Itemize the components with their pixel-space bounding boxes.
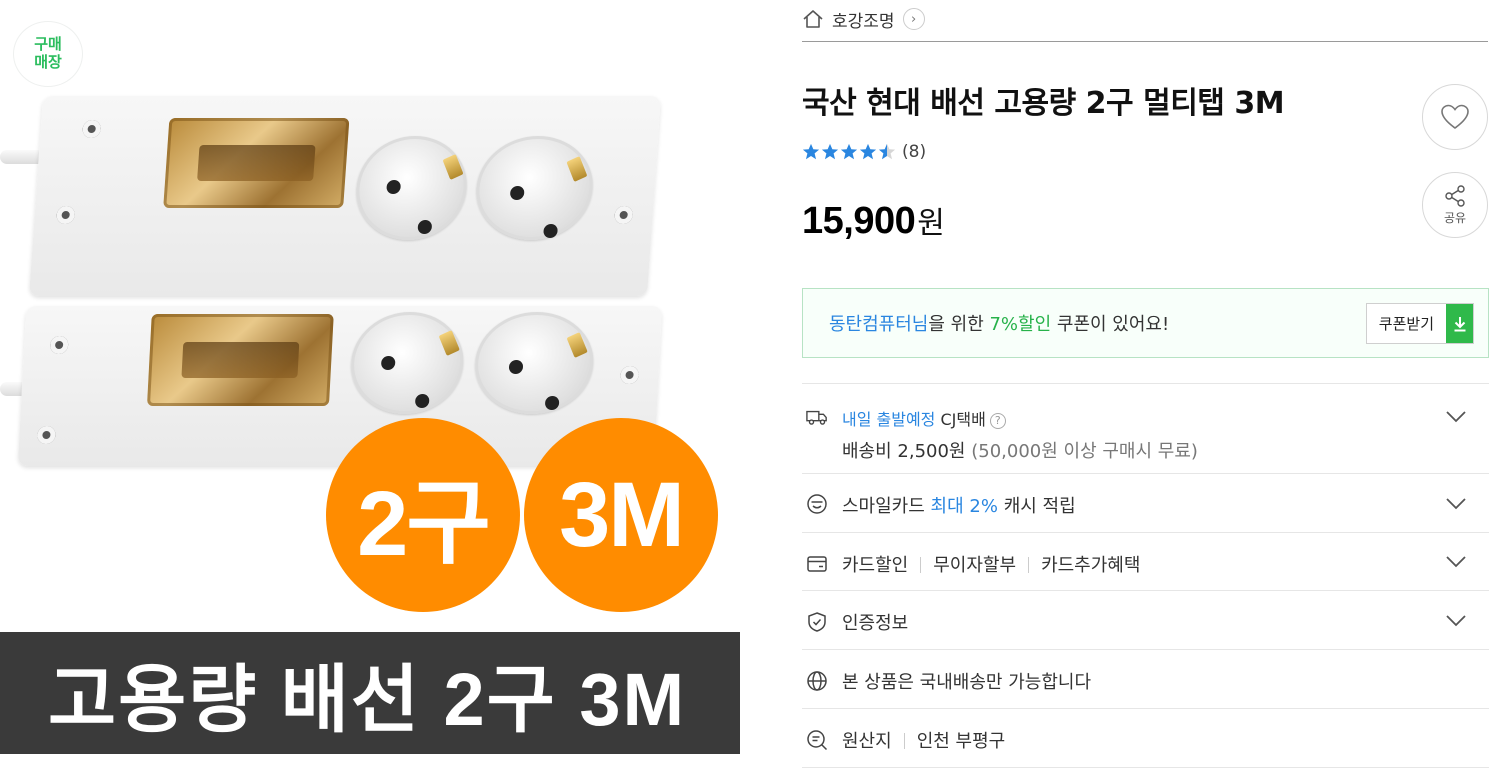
divider xyxy=(1028,557,1030,573)
product-info-panel: 호강조명 › 국산 현대 배선 고용량 2구 멀티탭 3M (8) 15,900… xyxy=(802,0,1490,780)
divider xyxy=(903,733,905,749)
outlet-socket xyxy=(472,312,596,414)
store-link[interactable]: 호강조명 › xyxy=(802,6,925,32)
star-half-icon xyxy=(878,143,896,160)
store-badge-line-2: 매장 xyxy=(34,53,62,71)
home-icon xyxy=(802,9,824,29)
coupon-text-end: 쿠폰이 있어요! xyxy=(1051,314,1170,335)
divider xyxy=(802,767,1489,768)
outlet-socket xyxy=(352,136,471,240)
get-coupon-button[interactable]: 쿠폰받기 xyxy=(1365,303,1474,344)
outlet-socket xyxy=(472,136,597,240)
smilecard-row[interactable]: 스마일카드 최대 2% 캐시 적립 xyxy=(802,473,1489,532)
shipping-fee: 배송비 2,500원 xyxy=(842,441,966,462)
coupon-user-name: 동탄컴퓨터님 xyxy=(829,314,929,335)
shield-check-icon xyxy=(808,612,826,632)
price-unit: 원 xyxy=(917,206,945,241)
outlet-count-badge: 2구 xyxy=(326,418,520,612)
help-icon[interactable]: ? xyxy=(989,413,1006,429)
smilecard-text: 스마일카드 최대 2% 캐시 적립 xyxy=(842,492,1076,518)
screw xyxy=(614,206,634,224)
star-icon xyxy=(859,143,877,160)
chevron-down-icon[interactable] xyxy=(1445,555,1467,569)
get-coupon-label: 쿠폰받기 xyxy=(1378,315,1434,333)
screw xyxy=(56,206,76,224)
power-switch xyxy=(163,118,350,208)
chevron-right-icon[interactable]: › xyxy=(902,8,925,30)
rating-summary[interactable]: (8) xyxy=(802,142,926,162)
search-list-icon xyxy=(807,730,828,751)
review-count[interactable]: (8) xyxy=(902,142,926,162)
outlet-socket xyxy=(348,312,466,414)
free-shipping-condition: (50,000원 이상 구매시 무료) xyxy=(971,441,1198,462)
domestic-shipping-row: 본 상품은 국내배송만 가능합니다 xyxy=(802,649,1489,708)
smilecard-suffix: 캐시 적립 xyxy=(1003,496,1076,517)
credit-card-icon xyxy=(807,556,827,572)
power-switch xyxy=(146,314,334,406)
screw xyxy=(82,120,102,138)
heart-icon xyxy=(1441,104,1469,129)
shipping-eta: 내일 출발예정 xyxy=(842,410,936,429)
image-caption-banner: 고용량 배선 2구 3M xyxy=(0,632,740,754)
certification-row[interactable]: 인증정보 xyxy=(802,590,1489,649)
divider xyxy=(920,557,922,573)
shipping-carrier: CJ택배 xyxy=(940,410,986,429)
share-label: 공유 xyxy=(1443,210,1467,225)
screw xyxy=(49,336,69,354)
wishlist-button[interactable] xyxy=(1422,84,1488,150)
star-rating xyxy=(802,143,896,161)
origin-value: 인천 부평구 xyxy=(916,731,1006,752)
product-image[interactable]: 구매 매장 2구 3M 고용량 배선 2구 3M xyxy=(0,0,740,780)
card-benefits-row[interactable]: 카드할인 무이자할부 카드추가혜택 xyxy=(802,532,1489,590)
screw xyxy=(620,366,640,384)
shipping-eta-line: 내일 출발예정 CJ택배? xyxy=(842,404,1198,436)
certification-label: 인증정보 xyxy=(842,613,909,634)
cord-length-badge: 3M xyxy=(524,418,718,612)
shipping-fee-line: 배송비 2,500원 (50,000원 이상 구매시 무료) xyxy=(842,436,1198,468)
chevron-down-icon[interactable] xyxy=(1445,497,1467,511)
domestic-shipping-label: 본 상품은 국내배송만 가능합니다 xyxy=(842,672,1092,693)
power-strip-top xyxy=(29,96,661,296)
smile-card-icon xyxy=(807,494,827,514)
chevron-down-icon[interactable] xyxy=(1445,410,1467,424)
coupon-banner: 동탄컴퓨터님 을 위한 7%할인 쿠폰이 있어요! 쿠폰받기 xyxy=(802,288,1489,358)
globe-icon xyxy=(807,671,827,691)
store-type-badge: 구매 매장 xyxy=(14,22,82,86)
screw xyxy=(36,426,56,444)
store-badge-line-1: 구매 xyxy=(34,35,62,53)
store-name[interactable]: 호강조명 xyxy=(832,7,895,32)
product-title: 국산 현대 배선 고용량 2구 멀티탭 3M xyxy=(802,86,1285,121)
coupon-discount: 7%할인 xyxy=(989,314,1052,335)
origin-row: 원산지 인천 부평구 xyxy=(802,708,1489,767)
price: 15,900 원 xyxy=(802,198,945,243)
star-icon xyxy=(802,143,820,160)
price-amount: 15,900 xyxy=(802,200,916,242)
star-icon xyxy=(840,143,858,160)
smilecard-prefix: 스마일카드 xyxy=(842,496,925,517)
share-button[interactable]: 공유 xyxy=(1422,172,1488,238)
coupon-text-mid: 을 위한 xyxy=(928,314,990,335)
divider xyxy=(802,41,1488,42)
card-extra-benefits[interactable]: 카드추가혜택 xyxy=(1041,555,1140,576)
shipping-row[interactable]: 내일 출발예정 CJ택배? 배송비 2,500원 (50,000원 이상 구매시… xyxy=(802,383,1489,473)
card-discount[interactable]: 카드할인 xyxy=(842,555,908,576)
star-icon xyxy=(821,143,839,160)
card-installment[interactable]: 무이자할부 xyxy=(933,555,1016,576)
share-icon xyxy=(1445,184,1465,207)
download-icon xyxy=(1446,304,1473,343)
origin-label: 원산지 xyxy=(842,731,892,752)
truck-icon xyxy=(806,410,827,425)
smilecard-highlight: 최대 2% xyxy=(930,496,998,517)
chevron-down-icon[interactable] xyxy=(1445,614,1467,628)
